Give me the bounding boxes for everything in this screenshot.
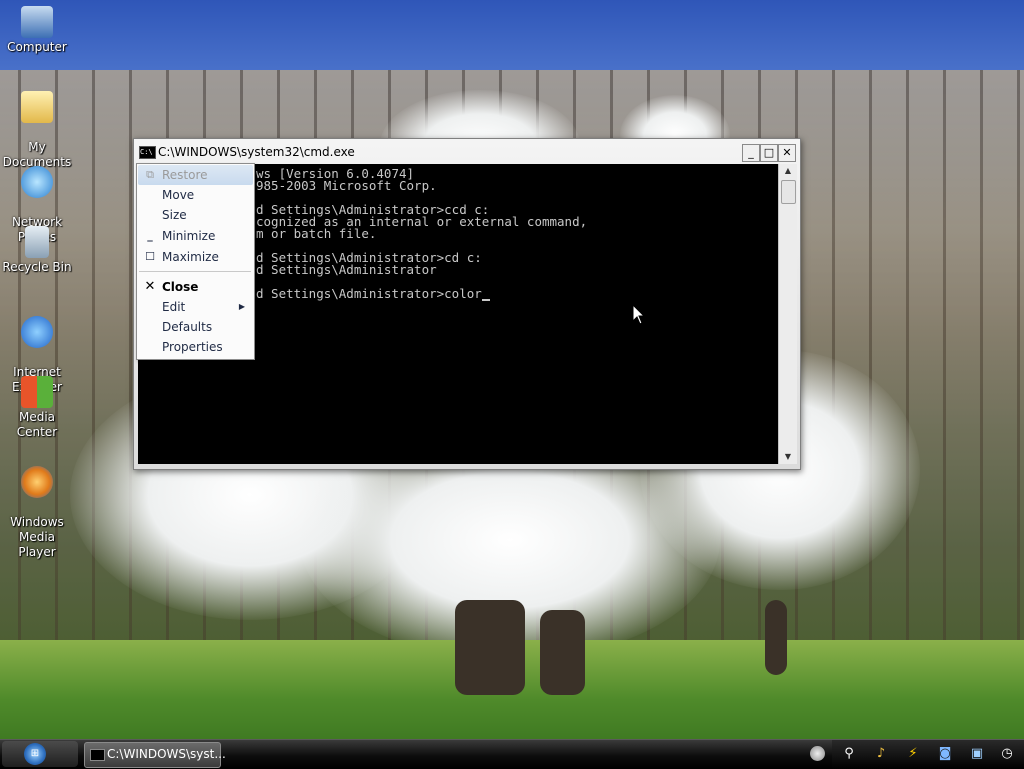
menu-item-properties[interactable]: Properties <box>138 337 253 357</box>
console-line: m or batch file. <box>256 226 377 241</box>
recycle-bin-icon <box>25 226 49 258</box>
taskbar-button-cmd[interactable]: C:\WINDOWS\syst... <box>84 742 226 768</box>
console-line: 985-2003 Microsoft Corp. <box>256 178 437 193</box>
menu-item-minimize[interactable]: _ Minimize <box>138 226 253 246</box>
notification-bell-icon[interactable]: ♪ <box>872 745 890 763</box>
menu-item-label: Size <box>162 208 187 222</box>
clock-icon[interactable]: ◷ <box>998 745 1016 763</box>
network-globe-icon <box>21 166 53 198</box>
minimize-icon: _ <box>147 229 153 242</box>
cmd-icon[interactable]: C:\ <box>139 146 156 159</box>
desktop-icon-recycle-bin[interactable]: Recycle Bin <box>0 226 74 275</box>
console-command-text: d Settings\Administrator>color <box>256 286 482 301</box>
menu-item-restore[interactable]: ⧉ Restore <box>138 165 253 185</box>
menu-item-label: Defaults <box>162 320 213 334</box>
media-player-icon <box>21 466 53 498</box>
internet-explorer-icon <box>21 316 53 348</box>
minimize-button[interactable]: _ <box>742 144 760 162</box>
menu-item-size[interactable]: Size <box>138 205 253 225</box>
taskbar: ⊞ C:\WINDOWS\syst... ⚲ ♪ ⚡ ◙ ▣ ◷ <box>0 739 1024 769</box>
menu-item-label: Close <box>162 280 199 294</box>
menu-item-label: Move <box>162 188 195 202</box>
menu-item-close[interactable]: ✕ Close <box>138 277 253 297</box>
system-menu: ⧉ Restore Move Size _ Minimize ☐ Maximiz… <box>136 163 255 360</box>
system-tray: ⚲ ♪ ⚡ ◙ ▣ ◷ <box>832 740 1024 769</box>
submenu-arrow-icon: ▶ <box>238 302 245 311</box>
console-prompt-line: d Settings\Administrator>color <box>256 286 490 301</box>
window-title: C:\WINDOWS\system32\cmd.exe <box>158 145 355 159</box>
media-center-icon <box>21 376 53 408</box>
desktop-icon-label: Recycle Bin <box>2 260 72 274</box>
desktop-icon-label: Media Center <box>16 410 58 439</box>
close-button[interactable]: ✕ <box>778 144 796 162</box>
documents-folder-icon <box>21 91 53 123</box>
scroll-down-arrow-icon[interactable]: ▼ <box>779 450 797 464</box>
menu-item-maximize[interactable]: ☐ Maximize <box>138 247 253 267</box>
title-bar[interactable]: C:\ C:\WINDOWS\system32\cmd.exe _ □ ✕ <box>134 139 800 163</box>
power-bolt-icon[interactable]: ⚡ <box>904 745 922 763</box>
menu-item-edit[interactable]: Edit ▶ <box>138 297 253 317</box>
text-cursor <box>481 289 490 301</box>
wallpaper-trunk <box>455 600 525 695</box>
display-icon[interactable]: ▣ <box>968 745 986 763</box>
start-button[interactable]: ⊞ <box>2 741 78 767</box>
wallpaper-trunk <box>765 600 787 675</box>
menu-item-label: Minimize <box>162 229 216 243</box>
taskbar-button-label: C:\WINDOWS\syst... <box>107 747 226 761</box>
desktop-icon-computer[interactable]: Computer <box>0 6 74 55</box>
desktop-icon-media-center[interactable]: Media Center <box>0 376 74 440</box>
mouse-pointer-icon <box>632 304 646 325</box>
menu-item-label: Restore <box>162 168 208 182</box>
search-icon[interactable]: ⚲ <box>840 745 858 763</box>
windows-logo-icon: ⊞ <box>24 743 46 765</box>
desktop-icon-windows-media-player[interactable]: Windows Media Player <box>0 451 74 560</box>
wallpaper-trunk <box>540 610 585 695</box>
close-icon: ✕ <box>144 279 156 294</box>
maximize-icon: ☐ <box>145 250 155 263</box>
console-line: d Settings\Administrator <box>256 262 437 277</box>
computer-icon <box>21 6 53 38</box>
desktop-icon-label: Computer <box>7 40 67 54</box>
restore-icon: ⧉ <box>146 168 154 181</box>
menu-item-label: Edit <box>162 300 186 314</box>
show-hidden-icons-button[interactable] <box>810 746 825 761</box>
vertical-scrollbar[interactable]: ▲ ▼ <box>778 164 797 464</box>
menu-item-label: Properties <box>162 340 223 354</box>
menu-item-label: Maximize <box>162 250 219 264</box>
scroll-thumb[interactable] <box>781 180 796 204</box>
menu-item-move[interactable]: Move <box>138 185 253 205</box>
menu-separator <box>139 271 251 272</box>
maximize-button[interactable]: □ <box>760 144 778 162</box>
cmd-icon <box>90 749 105 761</box>
desktop-icon-label: Windows Media Player <box>10 515 64 559</box>
scroll-up-arrow-icon[interactable]: ▲ <box>779 164 797 178</box>
network-icon[interactable]: ◙ <box>936 745 954 763</box>
menu-item-defaults[interactable]: Defaults <box>138 317 253 337</box>
